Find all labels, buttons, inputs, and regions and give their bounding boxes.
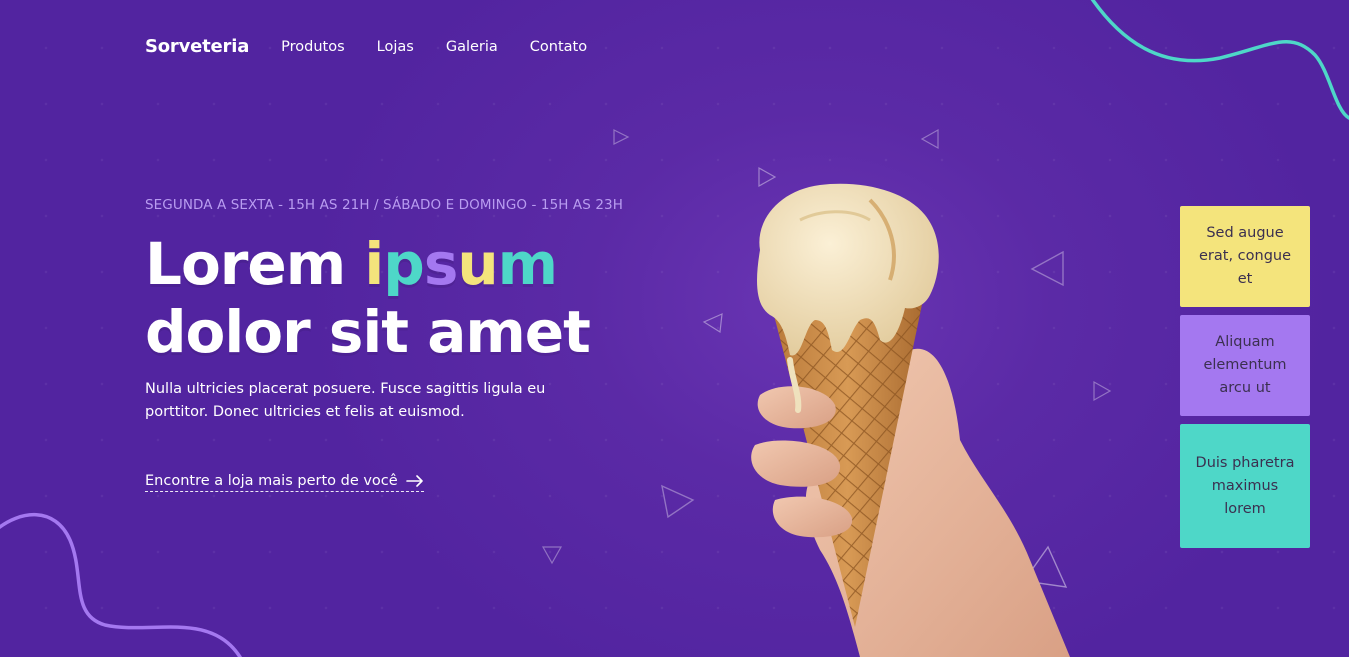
find-store-link[interactable]: Encontre a loja mais perto de você (145, 473, 424, 492)
headline-line-1: Lorem ipsum (145, 230, 558, 298)
opening-hours: SEGUNDA A SEXTA - 15H AS 21H / SÁBADO E … (145, 197, 623, 213)
teal-wave-decoration (1090, 0, 1349, 120)
top-navigation: Sorveteria Produtos Lojas Galeria Contat… (145, 36, 619, 57)
info-card-purple[interactable]: Aliquam elementum arcu ut (1180, 315, 1310, 416)
arrow-right-icon (405, 475, 423, 487)
nav-item-produtos[interactable]: Produtos (281, 39, 345, 55)
headline-letter: u (457, 230, 498, 298)
hero-headline: Lorem ipsum dolor sit amet (145, 230, 591, 366)
hero-description: Nulla ultricies placerat posuere. Fusce … (145, 381, 546, 420)
nav-item-contato[interactable]: Contato (530, 39, 587, 55)
headline-letter: m (497, 230, 558, 298)
headline-letter: i (364, 230, 384, 298)
headline-letter: p (383, 230, 425, 298)
ice-cream-cone-image (751, 183, 1070, 657)
triangle-decoration (661, 484, 695, 519)
purple-wave-decoration (0, 512, 242, 657)
logo[interactable]: Sorveteria (145, 36, 249, 57)
triangle-decoration (541, 546, 563, 565)
triangle-decoration (920, 128, 939, 150)
headline-word-lorem: Lorem (145, 230, 346, 298)
headline-line-2: dolor sit amet (145, 298, 591, 366)
headline-letter: s (423, 230, 459, 298)
triangle-decoration (702, 313, 723, 334)
find-store-label: Encontre a loja mais perto de você (145, 473, 398, 489)
info-card-teal[interactable]: Duis pharetra maximus lorem (1180, 424, 1310, 548)
triangle-decoration (1093, 380, 1112, 402)
triangle-decoration (613, 129, 630, 145)
nav-item-galeria[interactable]: Galeria (446, 39, 498, 55)
info-card-yellow[interactable]: Sed augue erat, congue et (1180, 206, 1310, 307)
nav-item-lojas[interactable]: Lojas (377, 39, 414, 55)
